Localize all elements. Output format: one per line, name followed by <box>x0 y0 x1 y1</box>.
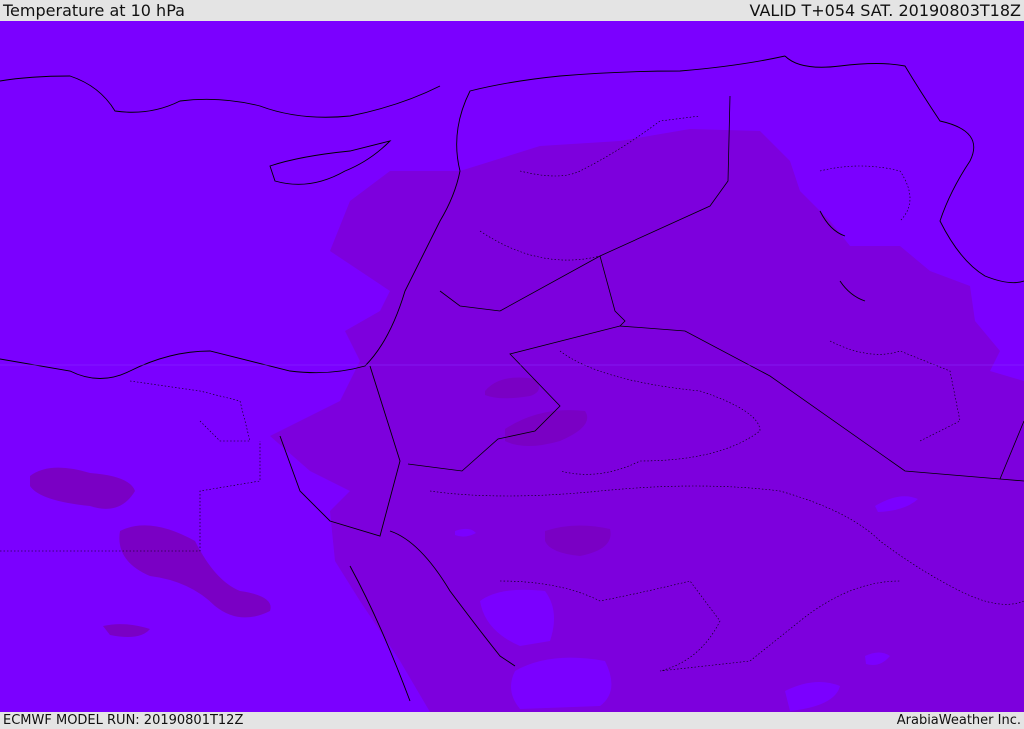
temperature-map <box>0 21 1024 712</box>
credit: ArabiaWeather Inc. <box>896 713 1021 728</box>
footer-bar: ECMWF MODEL RUN: 20190801T12Z ArabiaWeat… <box>0 712 1024 729</box>
model-run: ECMWF MODEL RUN: 20190801T12Z <box>3 713 244 728</box>
map-title: Temperature at 10 hPa <box>3 1 185 20</box>
header-bar: Temperature at 10 hPa VALID T+054 SAT. 2… <box>0 0 1024 21</box>
valid-time: VALID T+054 SAT. 20190803T18Z <box>749 1 1021 20</box>
